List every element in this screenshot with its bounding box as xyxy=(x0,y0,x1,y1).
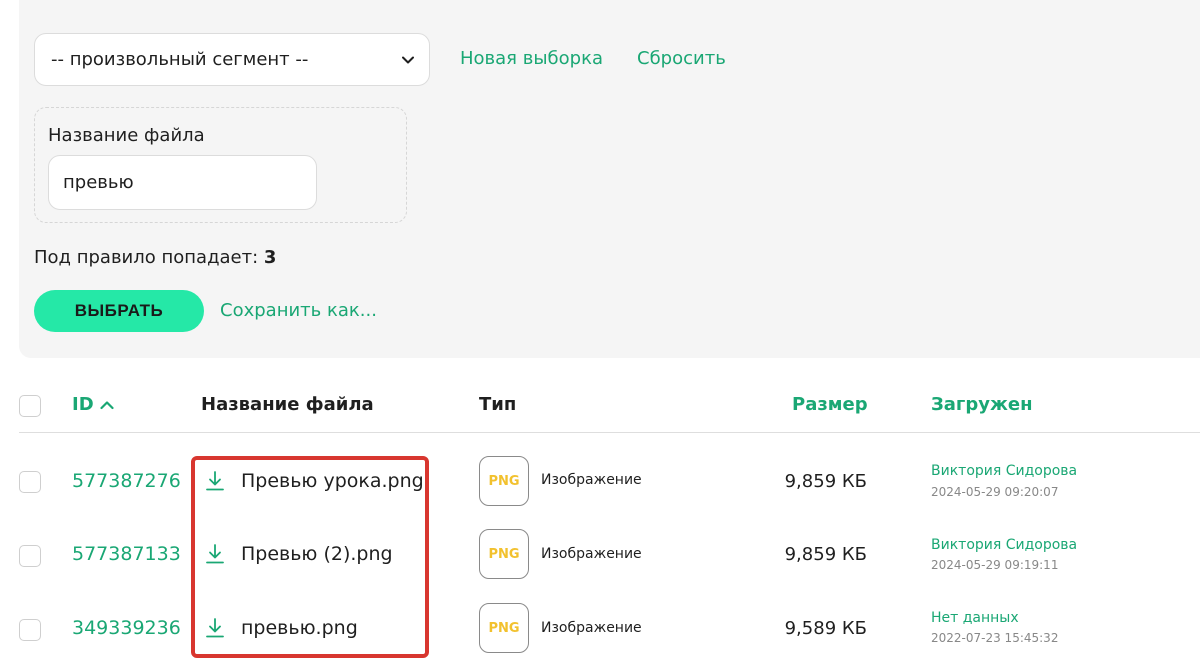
header-id-label: ID xyxy=(72,394,94,415)
match-count: Под правило попадает: 3 xyxy=(34,247,276,268)
file-size: 9,589 КБ xyxy=(784,618,867,639)
row-checkbox[interactable] xyxy=(19,619,41,641)
header-divider xyxy=(19,432,1200,433)
file-size: 9,859 КБ xyxy=(784,544,867,565)
header-filename[interactable]: Название файла xyxy=(201,394,374,415)
file-name: Превью урока.png xyxy=(241,470,424,492)
file-id[interactable]: 349339236 xyxy=(72,617,181,639)
reset-link[interactable]: Сбросить xyxy=(637,48,726,69)
file-name: превью.png xyxy=(241,617,358,639)
png-file-icon: PNG xyxy=(479,529,529,579)
sort-ascending-icon xyxy=(100,400,114,409)
download-icon xyxy=(203,616,227,640)
save-as-link[interactable]: Сохранить как... xyxy=(220,300,377,321)
header-type[interactable]: Тип xyxy=(479,394,516,415)
file-type: Изображение xyxy=(541,546,642,562)
segment-select-value: -- произвольный сегмент -- xyxy=(51,49,309,70)
download-icon xyxy=(203,542,227,566)
file-type: Изображение xyxy=(541,620,642,636)
match-count-value: 3 xyxy=(263,247,277,268)
chevron-down-icon xyxy=(401,53,415,67)
select-all-checkbox[interactable] xyxy=(19,395,41,417)
download-icon xyxy=(203,469,227,493)
file-name-link[interactable]: Превью урока.png xyxy=(203,469,424,493)
file-name: Превью (2).png xyxy=(241,543,393,565)
file-type: Изображение xyxy=(541,472,642,488)
file-name-link[interactable]: Превью (2).png xyxy=(203,542,393,566)
header-id[interactable]: ID xyxy=(72,394,114,415)
row-checkbox[interactable] xyxy=(19,545,41,567)
header-size[interactable]: Размер xyxy=(792,394,868,415)
segment-select[interactable]: -- произвольный сегмент -- xyxy=(34,33,430,86)
file-id[interactable]: 577387133 xyxy=(72,543,181,565)
png-file-icon: PNG xyxy=(479,603,529,653)
filename-rule-input[interactable]: превью xyxy=(48,155,317,210)
filename-rule-label: Название файла xyxy=(48,125,205,146)
png-file-icon: PNG xyxy=(479,456,529,506)
match-count-label: Под правило попадает: xyxy=(34,247,259,268)
select-button[interactable]: ВЫБРАТЬ xyxy=(34,290,204,332)
row-checkbox[interactable] xyxy=(19,471,41,493)
upload-date: 2022-07-23 15:45:32 xyxy=(931,631,1059,645)
header-uploaded[interactable]: Загружен xyxy=(931,394,1033,415)
file-id[interactable]: 577387276 xyxy=(72,470,181,492)
file-size: 9,859 КБ xyxy=(784,471,867,492)
uploader-link[interactable]: Виктория Сидорова xyxy=(931,537,1077,553)
new-selection-link[interactable]: Новая выборка xyxy=(460,48,603,69)
upload-date: 2024-05-29 09:20:07 xyxy=(931,485,1059,499)
uploader-link[interactable]: Нет данных xyxy=(931,610,1019,626)
file-name-link[interactable]: превью.png xyxy=(203,616,358,640)
filename-rule-card: Название файла превью xyxy=(34,107,407,223)
upload-date: 2024-05-29 09:19:11 xyxy=(931,558,1059,572)
uploader-link[interactable]: Виктория Сидорова xyxy=(931,463,1077,479)
